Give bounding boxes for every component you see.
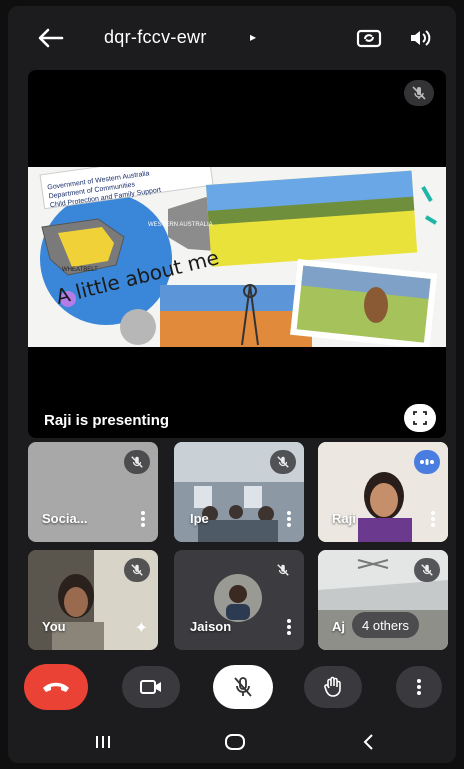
video-camera-icon bbox=[140, 680, 161, 694]
mic-off-icon bbox=[412, 86, 426, 100]
meeting-code[interactable]: dqr-fccv-ewr bbox=[104, 27, 207, 48]
participant-tile[interactable]: Socia... bbox=[28, 442, 158, 542]
mic-off-badge bbox=[124, 450, 150, 474]
participant-tile[interactable]: Raji bbox=[318, 442, 448, 542]
meet-window: dqr-fccv-ewr ▸ Government of Western Aus… bbox=[8, 6, 456, 763]
effects-sparkle-icon[interactable]: ✦ bbox=[135, 618, 148, 638]
more-vertical-icon[interactable] bbox=[286, 510, 292, 528]
more-options-button[interactable] bbox=[396, 666, 442, 708]
fullscreen-button[interactable] bbox=[404, 404, 436, 432]
phone-hangup-icon bbox=[43, 682, 69, 692]
camera-switch-icon[interactable] bbox=[356, 26, 382, 50]
top-bar: dqr-fccv-ewr ▸ bbox=[8, 6, 456, 66]
mic-off-icon bbox=[421, 564, 433, 576]
caret-right-icon[interactable]: ▸ bbox=[250, 30, 256, 44]
participant-tile[interactable]: Jaison bbox=[174, 550, 304, 650]
home-icon[interactable] bbox=[220, 730, 250, 754]
participant-tile[interactable]: Ipe bbox=[174, 442, 304, 542]
audio-level-icon bbox=[420, 459, 434, 465]
slide-map-label: WESTERN AUSTRALIA bbox=[148, 222, 213, 228]
participant-name: Jaison bbox=[190, 619, 232, 634]
fullscreen-icon bbox=[413, 411, 427, 425]
mic-off-badge bbox=[270, 558, 296, 582]
mic-off-badge bbox=[124, 558, 150, 582]
more-vertical-icon[interactable] bbox=[286, 618, 292, 636]
mic-off-icon bbox=[131, 456, 143, 468]
speaker-icon[interactable] bbox=[408, 26, 432, 50]
mic-off-icon bbox=[131, 564, 143, 576]
participant-name: Ipe bbox=[190, 511, 209, 526]
participant-name: Socia... bbox=[42, 511, 88, 526]
mic-toggle-button[interactable] bbox=[213, 665, 273, 709]
system-nav-bar bbox=[8, 722, 456, 763]
others-count-pill[interactable]: 4 others bbox=[352, 612, 419, 638]
presenter-label: Raji is presenting bbox=[44, 412, 170, 429]
more-vertical-icon bbox=[417, 679, 421, 695]
mic-off-icon bbox=[234, 677, 252, 697]
slide-region-label: WHEATBELT bbox=[62, 267, 98, 273]
mic-off-badge bbox=[414, 558, 440, 582]
presentation-muted-badge bbox=[404, 80, 434, 106]
mic-off-badge bbox=[270, 450, 296, 474]
raise-hand-icon bbox=[324, 676, 341, 697]
presentation-view[interactable]: Government of Western Australia Departme… bbox=[28, 70, 446, 438]
arrow-left-icon[interactable] bbox=[36, 26, 64, 50]
mic-off-icon bbox=[277, 564, 289, 576]
more-vertical-icon[interactable] bbox=[430, 510, 436, 528]
more-vertical-icon[interactable] bbox=[140, 510, 146, 528]
mic-off-icon bbox=[277, 456, 289, 468]
participant-name: You bbox=[42, 619, 66, 634]
participant-name: Raji bbox=[332, 511, 356, 526]
end-call-button[interactable] bbox=[24, 664, 88, 710]
participant-name: Aj bbox=[332, 619, 345, 634]
back-chevron-icon[interactable] bbox=[354, 730, 384, 754]
shared-slide: Government of Western Australia Departme… bbox=[28, 167, 446, 347]
speaking-indicator bbox=[414, 450, 440, 474]
video-toggle-button[interactable] bbox=[122, 666, 180, 708]
participant-tile[interactable]: You ✦ bbox=[28, 550, 158, 650]
participant-tile[interactable]: Aj 4 others bbox=[318, 550, 448, 650]
recent-apps-icon[interactable] bbox=[88, 730, 118, 754]
call-controls bbox=[8, 664, 456, 716]
raise-hand-button[interactable] bbox=[304, 666, 362, 708]
